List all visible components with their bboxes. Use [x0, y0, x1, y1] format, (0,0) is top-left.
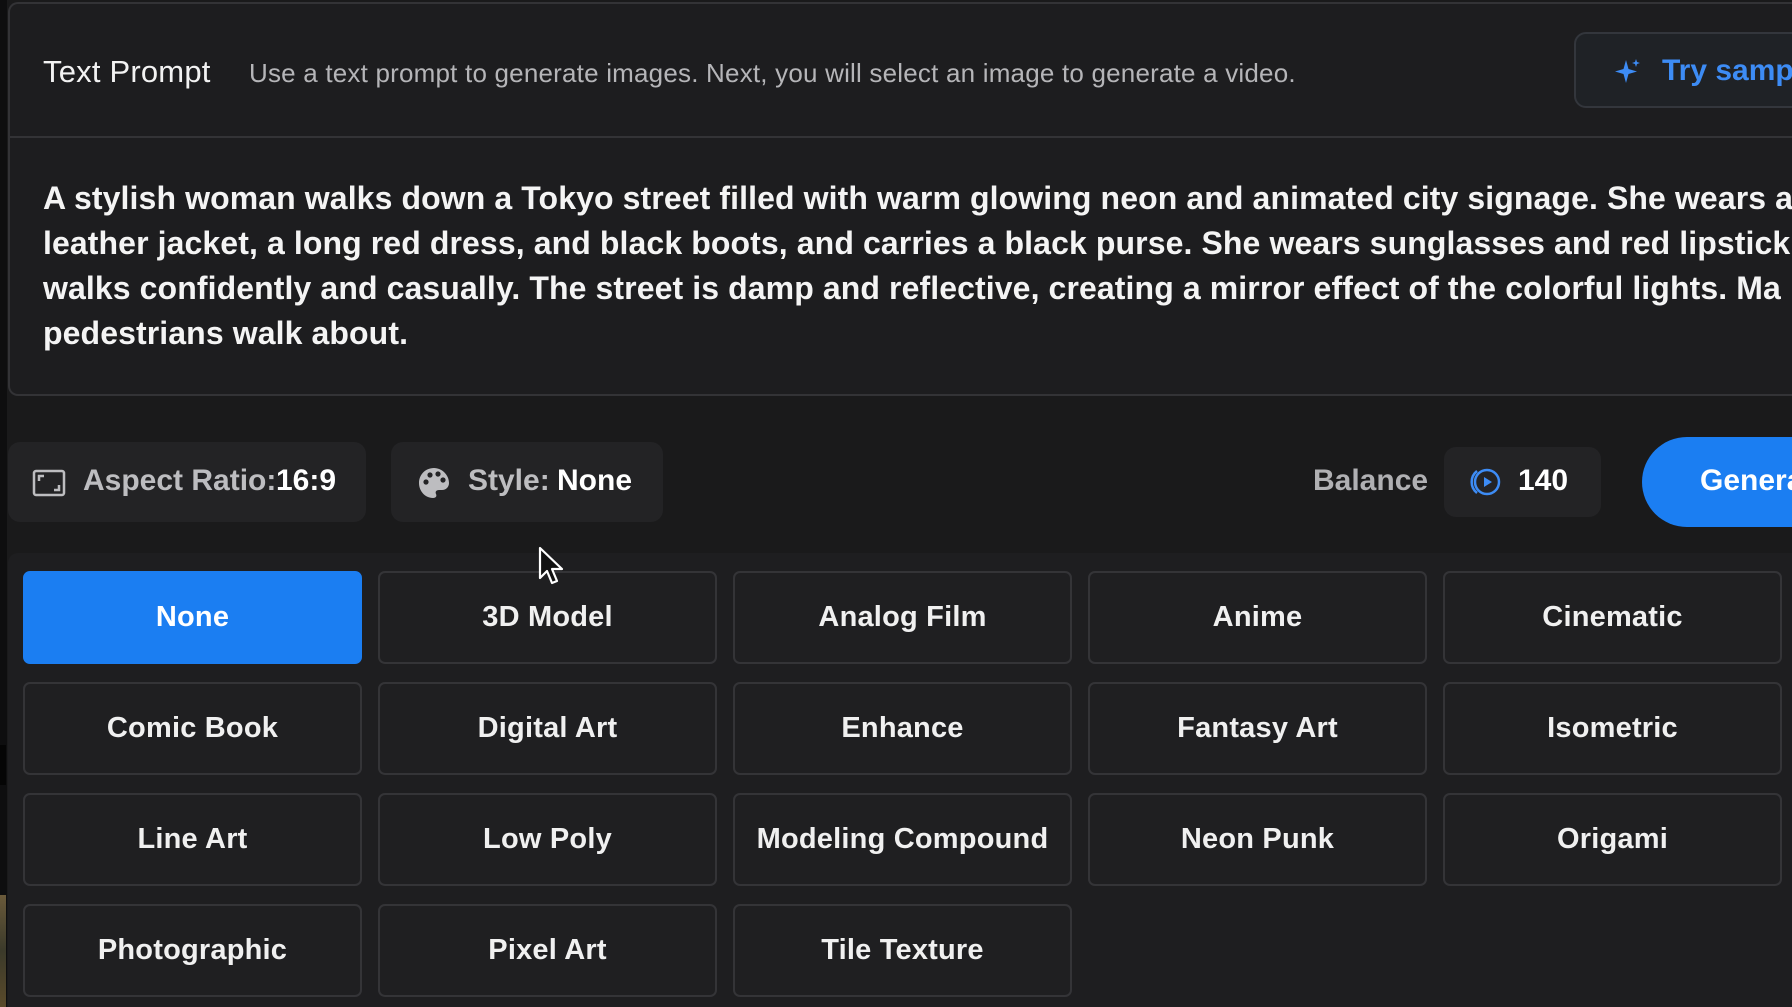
aspect-ratio-icon	[32, 469, 66, 497]
style-selector[interactable]: Style: None	[391, 442, 663, 522]
style-option-cinematic[interactable]: Cinematic	[1443, 571, 1782, 664]
prompt-card: Text Prompt Use a text prompt to generat…	[8, 2, 1792, 396]
aspect-ratio-label: Aspect Ratio:	[83, 464, 277, 497]
coin-icon	[1470, 468, 1501, 496]
style-option-analog-film[interactable]: Analog Film	[733, 571, 1072, 664]
background-fragment	[0, 745, 6, 785]
balance-value: 140	[1518, 464, 1569, 497]
style-value: None	[557, 464, 632, 497]
style-option-photographic[interactable]: Photographic	[23, 904, 362, 997]
style-option-3d-model[interactable]: 3D Model	[378, 571, 717, 664]
prompt-header: Text Prompt Use a text prompt to generat…	[10, 4, 1792, 138]
style-option-isometric[interactable]: Isometric	[1443, 682, 1782, 775]
aspect-ratio-selector[interactable]: Aspect Ratio: 16:9	[8, 442, 366, 522]
style-option-modeling-compound[interactable]: Modeling Compound	[733, 793, 1072, 886]
try-sample-label: Try sample	[1662, 54, 1792, 87]
prompt-textarea[interactable]: A stylish woman walks down a Tokyo stree…	[43, 176, 1792, 356]
background-fragment	[0, 895, 6, 1007]
sparkle-icon	[1615, 59, 1640, 83]
style-option-pixel-art[interactable]: Pixel Art	[378, 904, 717, 997]
style-option-enhance[interactable]: Enhance	[733, 682, 1072, 775]
style-option-none[interactable]: None	[23, 571, 362, 664]
style-option-neon-punk[interactable]: Neon Punk	[1088, 793, 1427, 886]
style-option-origami[interactable]: Origami	[1443, 793, 1782, 886]
background-edge	[0, 0, 7, 1007]
try-sample-button[interactable]: Try sample	[1574, 32, 1792, 108]
style-option-line-art[interactable]: Line Art	[23, 793, 362, 886]
style-option-low-poly[interactable]: Low Poly	[378, 793, 717, 886]
prompt-description: Use a text prompt to generate images. Ne…	[249, 58, 1296, 88]
style-option-fantasy-art[interactable]: Fantasy Art	[1088, 682, 1427, 775]
generate-label: Generate	[1700, 464, 1792, 497]
palette-icon	[419, 468, 449, 498]
prompt-title: Text Prompt	[43, 54, 211, 89]
generate-button[interactable]: Generate	[1642, 437, 1792, 527]
style-option-tile-texture[interactable]: Tile Texture	[733, 904, 1072, 997]
balance-badge: 140	[1444, 447, 1601, 517]
style-option-anime[interactable]: Anime	[1088, 571, 1427, 664]
style-option-comic-book[interactable]: Comic Book	[23, 682, 362, 775]
style-option-digital-art[interactable]: Digital Art	[378, 682, 717, 775]
aspect-ratio-value: 16:9	[276, 464, 337, 497]
style-label: Style:	[468, 464, 550, 497]
app-window: Text Prompt Use a text prompt to generat…	[0, 0, 1792, 1007]
balance-label: Balance	[1313, 464, 1429, 497]
